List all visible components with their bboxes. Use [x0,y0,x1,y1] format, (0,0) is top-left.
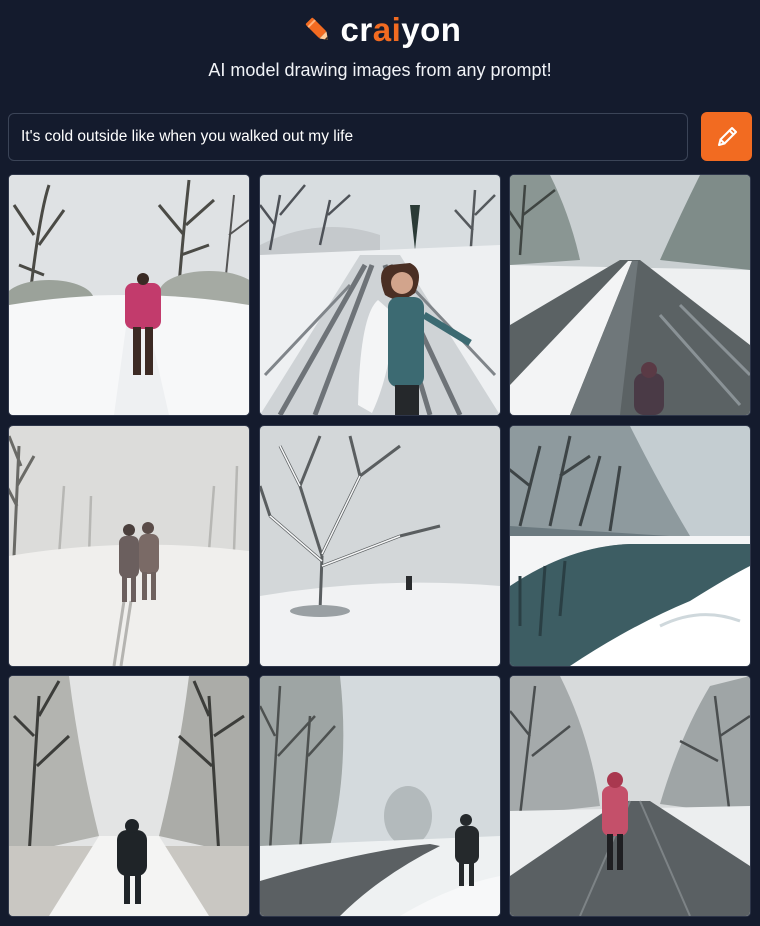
result-image-1[interactable] [8,174,250,416]
result-image-8[interactable] [259,675,501,917]
result-image-2[interactable] [259,174,501,416]
draw-button[interactable] [701,112,752,161]
result-image-3[interactable] [509,174,751,416]
brand-logo[interactable]: craiyon [0,8,760,52]
brand-name: craiyon [340,11,462,48]
result-image-5[interactable] [259,425,501,667]
result-image-6[interactable] [509,425,751,667]
crayon-pencil-icon [305,17,328,40]
tagline: AI model drawing images from any prompt! [208,60,552,80]
pencil-icon [717,126,737,146]
result-image-9[interactable] [509,675,751,917]
prompt-input[interactable] [8,113,688,161]
result-image-7[interactable] [8,675,250,917]
result-image-4[interactable] [8,425,250,667]
